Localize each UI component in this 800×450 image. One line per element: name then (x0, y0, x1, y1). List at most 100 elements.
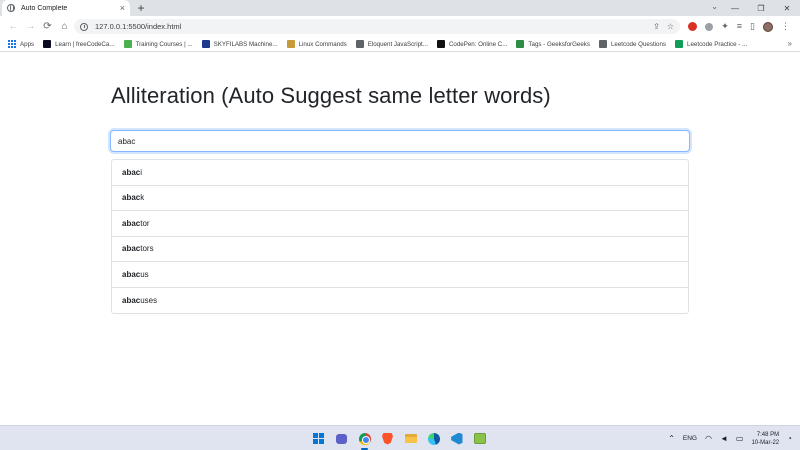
geeksforgeeks-icon (516, 40, 525, 48)
system-tray: ⌃ ENG ◠ ◄ ▭ 7:48 PM 10-Mar-22 ◔ (668, 429, 792, 448)
extension-grey-icon[interactable] (705, 22, 714, 31)
bookmark-label: Leetcode Questions (610, 40, 667, 48)
wifi-icon[interactable]: ◠ (705, 434, 712, 443)
sheets-icon (675, 40, 684, 48)
bookmark-freecodecamp[interactable]: Learn | freeCodeCa... (43, 40, 115, 48)
side-panel-icon[interactable]: ▯ (750, 22, 755, 31)
suggestion-item[interactable]: abac tors (112, 237, 688, 262)
suggestion-item[interactable]: abac i (112, 160, 688, 186)
suggestion-item[interactable]: abac k (112, 186, 688, 211)
training-icon (123, 40, 132, 48)
suggestion-match: abac (122, 167, 141, 177)
minimize-button[interactable]: — (722, 4, 748, 13)
brave-app[interactable] (379, 430, 396, 447)
search-input[interactable] (110, 130, 690, 152)
home-button[interactable]: ⌂ (57, 21, 72, 32)
share-icon[interactable]: ⇪ (653, 22, 660, 31)
tab-close-icon[interactable]: × (120, 3, 125, 13)
forward-button[interactable]: → (23, 21, 38, 32)
new-tab-button[interactable]: + (135, 1, 147, 15)
bookmark-label: Linux Commands (298, 40, 347, 48)
tab-search-icon[interactable]: ⌄ (711, 2, 718, 11)
bookmark-label: Apps (20, 40, 35, 48)
folder-icon (404, 434, 417, 443)
browser-tab[interactable]: Auto Complete × (2, 0, 130, 16)
bookmark-training-courses[interactable]: Training Courses | ... (123, 40, 193, 48)
suggestion-rest: tor (140, 218, 150, 228)
profile-avatar[interactable] (763, 21, 773, 32)
suggestion-item[interactable]: abac tor (112, 211, 688, 237)
language-indicator[interactable]: ENG (683, 435, 697, 442)
menu-icon[interactable]: ⋮ (781, 22, 790, 31)
apps-grid-icon (8, 40, 16, 48)
close-window-button[interactable]: ✕ (774, 4, 800, 13)
reading-list-icon[interactable]: ≡ (737, 22, 742, 31)
bookmark-linux-commands[interactable]: Linux Commands (286, 40, 347, 48)
page-content: Alliteration (Auto Suggest same letter w… (0, 53, 800, 425)
tray-chevron-icon[interactable]: ⌃ (668, 434, 675, 443)
chat-app[interactable] (333, 430, 350, 447)
file-explorer-app[interactable] (402, 430, 419, 447)
suggestion-match: abac (122, 269, 141, 279)
paint-app[interactable] (471, 430, 488, 447)
battery-icon[interactable]: ▭ (736, 434, 744, 443)
suggestion-rest: k (140, 193, 145, 203)
start-button[interactable] (310, 430, 327, 447)
paint-icon (473, 433, 486, 444)
notification-icon[interactable]: ◔ (787, 434, 792, 443)
clock-date: 10-Mar-22 (751, 439, 780, 446)
suggestion-list: abac i abac k abac tor abac tors abac us abac… (111, 159, 689, 314)
taskbar-apps (310, 430, 488, 450)
url-text[interactable]: 127.0.0.1:5500/index.html (95, 22, 653, 31)
bookmark-codepen[interactable]: CodePen: Online C... (436, 40, 508, 48)
clock[interactable]: 7:48 PM 10-Mar-22 (751, 431, 779, 447)
bookmark-label: CodePen: Online C... (448, 40, 508, 48)
skyfilabs-icon (201, 40, 210, 48)
suggestion-rest: us (140, 269, 149, 279)
restore-button[interactable]: ❐ (748, 4, 774, 13)
clock-time: 7:48 PM (756, 431, 780, 438)
suggestion-match: abac (122, 218, 141, 228)
edge-app[interactable] (425, 430, 442, 447)
bookmark-label: Training Courses | ... (135, 40, 193, 48)
back-button[interactable]: ← (6, 21, 21, 32)
bookmark-label: Tags - GeeksforGeeks (528, 40, 590, 48)
extensions-area: ✦ ≡ ▯ ⋮ (688, 19, 790, 34)
bookmark-apps[interactable]: Apps (8, 40, 34, 48)
vscode-app[interactable] (448, 430, 465, 447)
info-icon[interactable] (80, 22, 88, 31)
suggestion-match: abac (122, 193, 141, 203)
google-icon (355, 40, 364, 48)
extensions-puzzle-icon[interactable]: ✦ (721, 22, 729, 31)
bookmark-label: Eloquent JavaScript... (367, 40, 428, 48)
chrome-icon (358, 432, 371, 445)
bookmark-star-icon[interactable]: ☆ (667, 22, 674, 31)
tab-strip: Auto Complete × + ⌄ — ❐ ✕ (0, 0, 800, 16)
suggestion-item[interactable]: abac uses (112, 288, 688, 314)
bookmark-geeksforgeeks[interactable]: Tags - GeeksforGeeks (516, 40, 590, 48)
vscode-icon (450, 432, 463, 445)
browser-toolbar: ← → ⟳ ⌂ 127.0.0.1:5500/index.html ⇪ ☆ ✦ … (0, 16, 800, 37)
suggestion-match: abac (122, 295, 141, 305)
bookmark-skyfilabs[interactable]: SKYFILABS Machine... (201, 40, 278, 48)
chrome-app[interactable] (356, 430, 373, 450)
bookmark-leetcode-practice[interactable]: Leetcode Practice - ... (675, 40, 747, 48)
more-bookmarks-icon[interactable]: » (788, 39, 792, 48)
linux-icon (286, 40, 295, 48)
window-controls: — ❐ ✕ (722, 0, 800, 16)
sound-icon[interactable]: ◄ (720, 434, 728, 443)
page-title: Alliteration (Auto Suggest same letter w… (111, 83, 551, 108)
extension-red-icon[interactable] (688, 22, 698, 31)
suggestion-item[interactable]: abac us (112, 262, 688, 288)
bookmark-label: SKYFILABS Machine... (213, 40, 278, 48)
omnibox-actions: ⇪ ☆ (653, 22, 674, 31)
suggestion-rest: i (140, 167, 143, 177)
address-bar[interactable]: 127.0.0.1:5500/index.html ⇪ ☆ (74, 19, 680, 34)
edge-icon (427, 432, 440, 445)
tab-title: Auto Complete (21, 4, 68, 12)
bookmark-label: Learn | freeCodeCa... (55, 40, 115, 48)
bookmark-eloquent-js[interactable]: Eloquent JavaScript... (355, 40, 428, 48)
bookmark-leetcode-questions[interactable]: Leetcode Questions (598, 40, 667, 48)
reload-button[interactable]: ⟳ (40, 21, 55, 32)
globe-icon (598, 40, 607, 48)
